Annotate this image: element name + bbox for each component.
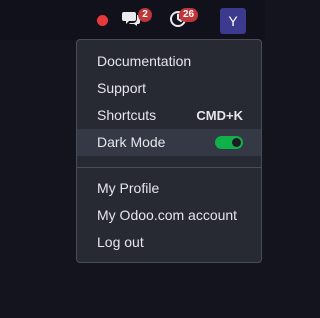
- messages-count-badge: 2: [138, 8, 152, 22]
- menu-item-label: Documentation: [97, 53, 192, 69]
- menu-divider: [77, 167, 261, 168]
- user-dropdown-menu: Documentation Support Shortcuts CMD+K Da…: [76, 39, 262, 263]
- status-indicator: [97, 15, 108, 26]
- menu-item-log-out[interactable]: Log out: [77, 229, 261, 256]
- menu-item-label: Dark Mode: [97, 134, 166, 150]
- menu-item-label: Log out: [97, 234, 144, 250]
- toggle-knob: [232, 138, 241, 147]
- menu-item-label: My Odoo.com account: [97, 207, 238, 223]
- dark-mode-toggle[interactable]: [215, 136, 243, 149]
- menu-item-support[interactable]: Support: [77, 75, 261, 102]
- messages-button[interactable]: 2: [122, 8, 152, 28]
- menu-item-label: Shortcuts: [97, 107, 157, 123]
- menu-item-dark-mode[interactable]: Dark Mode: [77, 129, 261, 156]
- activities-button[interactable]: 26: [169, 8, 199, 28]
- menu-item-label: My Profile: [97, 180, 160, 196]
- top-navbar: 2 26 Y: [0, 0, 265, 40]
- menu-item-documentation[interactable]: Documentation: [77, 48, 261, 75]
- shortcut-hint: CMD+K: [196, 108, 243, 123]
- menu-item-shortcuts[interactable]: Shortcuts CMD+K: [77, 102, 261, 129]
- activities-count-badge: 26: [179, 8, 199, 22]
- user-avatar[interactable]: Y: [220, 8, 246, 34]
- menu-item-label: Support: [97, 80, 147, 96]
- menu-item-my-profile[interactable]: My Profile: [77, 175, 261, 202]
- menu-item-odoo-account[interactable]: My Odoo.com account: [77, 202, 261, 229]
